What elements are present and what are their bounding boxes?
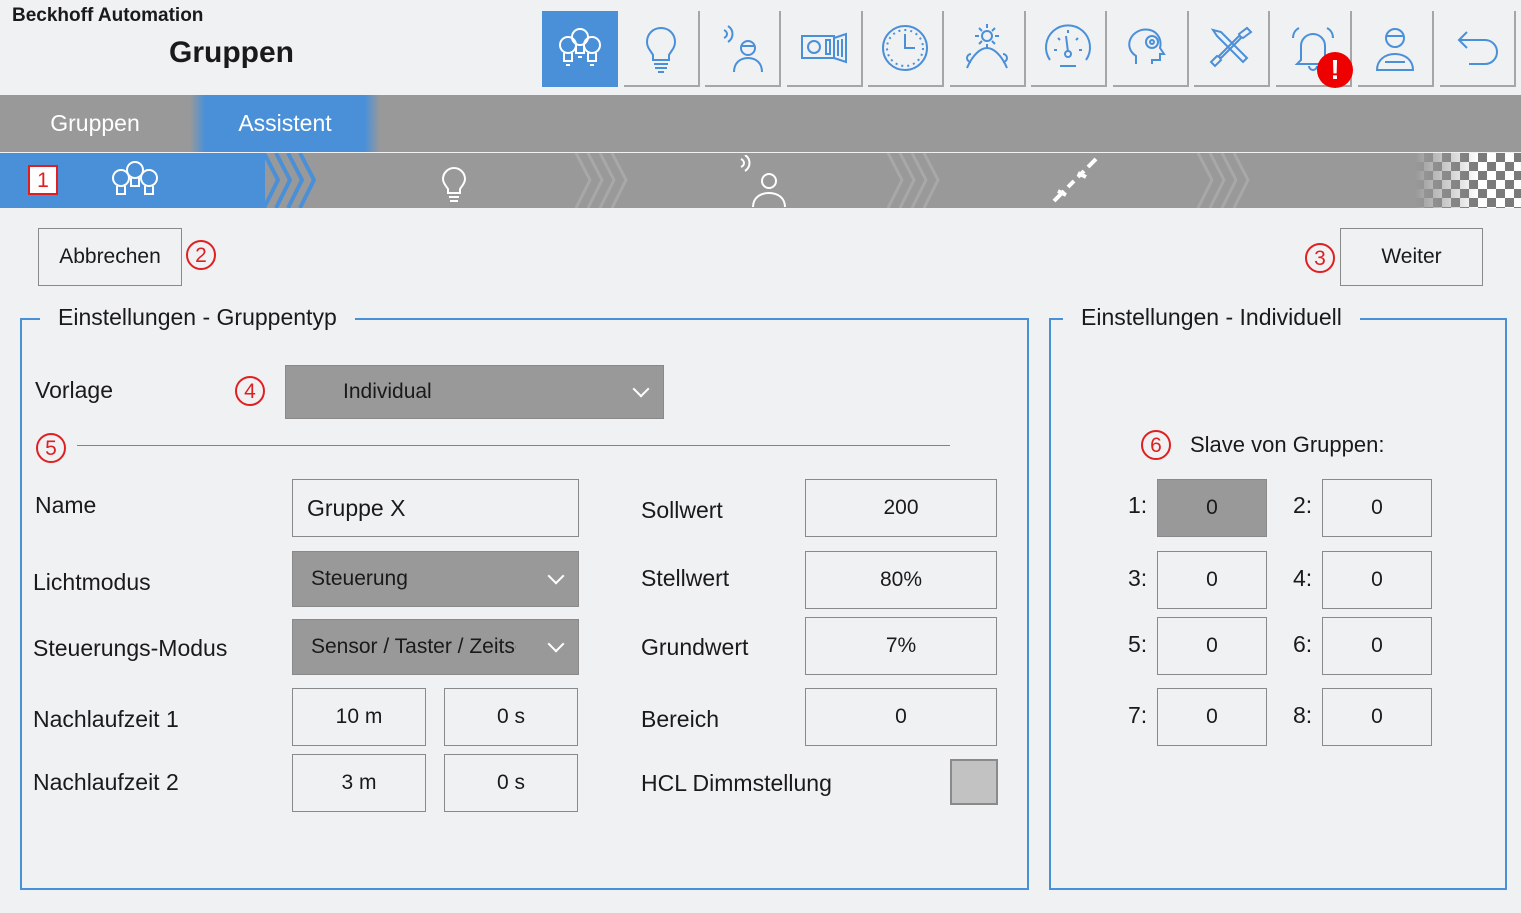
toolbar-daylight-button[interactable] (950, 11, 1026, 87)
control-mode-label: Steuerungs-Modus (33, 635, 228, 661)
slave-label: Slave von Gruppen: (1190, 432, 1385, 457)
section-divider (77, 445, 950, 446)
slave-1-label: 1: (1128, 492, 1148, 518)
base-input[interactable]: 7% (805, 617, 997, 675)
company-name: Beckhoff Automation (12, 5, 204, 26)
individual-panel (1049, 318, 1507, 890)
output-input[interactable]: 80% (805, 551, 997, 609)
slave-2-label: 2: (1293, 492, 1313, 518)
speedometer-icon (1045, 24, 1091, 67)
cancel-button[interactable]: Abbrechen (38, 228, 182, 286)
marker-4: 4 (235, 376, 265, 406)
area-input[interactable]: 0 (805, 688, 997, 746)
name-input[interactable]: Gruppe X (292, 479, 579, 537)
user-icon (1375, 28, 1415, 71)
template-select-value: Individual (343, 380, 432, 403)
run-on-1-minutes-input[interactable]: 10 m (292, 688, 426, 746)
slave-5-input[interactable]: 0 (1157, 617, 1267, 675)
settings-head-icon (1128, 28, 1166, 64)
tab-assistent[interactable]: Assistent (190, 95, 380, 152)
toolbar-groups-button[interactable] (542, 11, 618, 87)
marker-6: 6 (1141, 430, 1171, 460)
individual-legend: Einstellungen - Individuell (1063, 304, 1360, 331)
toolbar-presence-button[interactable] (705, 11, 781, 87)
toolbar-light-button[interactable] (624, 11, 700, 87)
slave-4-label: 4: (1293, 565, 1313, 591)
toolbar-speed-button[interactable] (1031, 11, 1107, 87)
chevron-down-icon (547, 567, 565, 585)
name-label: Name (35, 492, 97, 518)
projector-icon (801, 32, 847, 64)
groups-icon (559, 28, 601, 66)
template-label: Vorlage (35, 377, 114, 403)
wizard-step-presence[interactable] (737, 155, 791, 207)
control-mode-select-value: Sensor / Taster / Zeitschaltuhr (311, 635, 516, 658)
area-label: Bereich (641, 706, 719, 732)
chevron-right-icon (574, 153, 628, 208)
slave-6-label: 6: (1293, 631, 1313, 657)
run-on-2-minutes-input[interactable]: 3 m (292, 754, 426, 812)
chevron-down-icon (632, 380, 650, 398)
slave-3-input[interactable]: 0 (1157, 551, 1267, 609)
slave-8-input[interactable]: 0 (1322, 688, 1432, 746)
toolbar-projector-button[interactable] (787, 11, 863, 87)
marker-2: 2 (186, 240, 216, 270)
light-mode-select[interactable]: Steuerung (292, 551, 579, 607)
bulb-icon (645, 26, 677, 73)
slave-2-input[interactable]: 0 (1322, 479, 1432, 537)
presence-sensor-icon (723, 25, 763, 73)
control-mode-select[interactable]: Sensor / Taster / Zeitschaltuhr (292, 619, 579, 675)
wizard-step-light[interactable] (440, 166, 468, 204)
toolbar-tools-button[interactable] (1194, 11, 1270, 87)
toolbar-clock-button[interactable] (868, 11, 944, 87)
marker-1: 1 (28, 165, 58, 195)
light-mode-label: Lichtmodus (33, 569, 151, 595)
template-select[interactable]: Individual (285, 365, 664, 419)
marker-3: 3 (1305, 243, 1335, 273)
wizard-step-link[interactable] (1048, 157, 1102, 207)
run-on-2-seconds-input[interactable]: 0 s (444, 754, 578, 812)
hcl-label: HCL Dimmstellung (641, 770, 832, 796)
tools-icon (1209, 26, 1253, 68)
marker-5: 5 (36, 433, 66, 463)
clock-icon (882, 25, 928, 71)
slave-7-label: 7: (1128, 702, 1148, 728)
next-button[interactable]: Weiter (1340, 228, 1483, 286)
alarm-badge: ! (1317, 52, 1353, 88)
page-title: Gruppen (169, 36, 294, 69)
setpoint-input[interactable]: 200 (805, 479, 997, 537)
run-on-2-label: Nachlaufzeit 2 (33, 769, 179, 795)
setpoint-label: Sollwert (641, 497, 723, 523)
toolbar-settings-button[interactable] (1113, 11, 1189, 87)
slave-4-input[interactable]: 0 (1322, 551, 1432, 609)
toolbar-back-button[interactable] (1440, 11, 1516, 87)
slave-5-label: 5: (1128, 631, 1148, 657)
light-mode-select-value: Steuerung (311, 567, 408, 590)
back-icon (1457, 31, 1498, 65)
slave-3-label: 3: (1128, 565, 1148, 591)
slave-6-input[interactable]: 0 (1322, 617, 1432, 675)
toolbar-user-button[interactable] (1358, 11, 1434, 87)
daylight-icon (966, 24, 1008, 69)
chevron-down-icon (547, 635, 565, 653)
slave-1-input[interactable]: 0 (1157, 479, 1267, 537)
tab-gruppen[interactable]: Gruppen (0, 95, 190, 152)
chevron-right-icon (1196, 153, 1250, 208)
chevron-right-icon (886, 153, 940, 208)
finish-flag-icon[interactable] (1415, 153, 1521, 208)
output-label: Stellwert (641, 565, 730, 591)
chevron-right-icon (262, 153, 317, 208)
slave-7-input[interactable]: 0 (1157, 688, 1267, 746)
slave-8-label: 8: (1293, 702, 1313, 728)
hcl-checkbox[interactable] (950, 759, 998, 805)
wizard-step-groups[interactable] (106, 156, 164, 206)
run-on-1-label: Nachlaufzeit 1 (33, 706, 179, 732)
group-type-legend: Einstellungen - Gruppentyp (40, 304, 355, 331)
base-label: Grundwert (641, 634, 749, 660)
run-on-1-seconds-input[interactable]: 0 s (444, 688, 578, 746)
